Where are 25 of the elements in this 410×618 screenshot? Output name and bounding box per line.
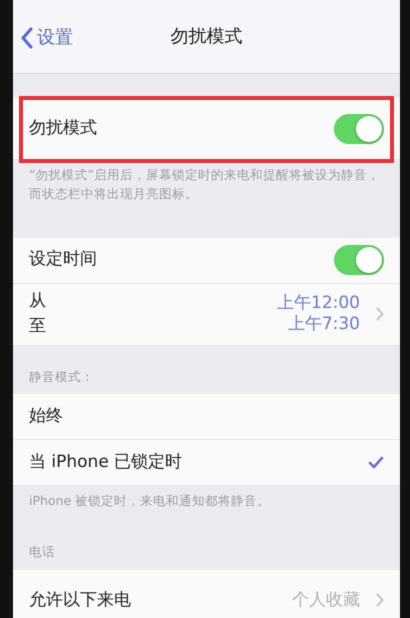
chevron-icon [376,593,384,608]
row-label: 允许以下来电 [29,588,131,612]
schedule-row[interactable]: 从 至 上午12:00 上午7:30 [13,284,400,346]
section-footer: iPhone 被锁定时，来电和通知都将静音。 [13,486,400,521]
section-header: 电话 [28,543,56,561]
from-label: 从 [29,290,46,312]
toggle-switch[interactable] [334,114,384,144]
back-chevron-icon [21,26,33,48]
to-time: 上午7:30 [288,314,360,336]
back-button[interactable]: 设置 [21,24,73,51]
toggle-switch[interactable] [334,245,384,275]
option-row[interactable]: 当 iPhone 已锁定时 [13,440,400,486]
chevron-icon [376,307,384,321]
section-header: 静音模式： [28,368,95,386]
to-label: 至 [29,315,46,338]
row-label: 当 iPhone 已锁定时 [29,451,182,474]
from-time: 上午12:00 [277,292,360,314]
row-label: 勿扰模式 [29,116,97,140]
section-footer: “勿扰模式”启用后，屏幕锁定时的来电和提醒将被设为静音，而状态栏中将出现月亮图标。 [13,160,400,214]
detail-row[interactable]: 允许以下来电 个人收藏 [13,570,400,618]
option-row[interactable]: 始终 [13,394,400,440]
row-label: 设定时间 [29,248,97,272]
row-label: 始终 [29,405,63,428]
page-title: 勿扰模式 [170,25,242,49]
row-value: 个人收藏 [292,588,360,612]
